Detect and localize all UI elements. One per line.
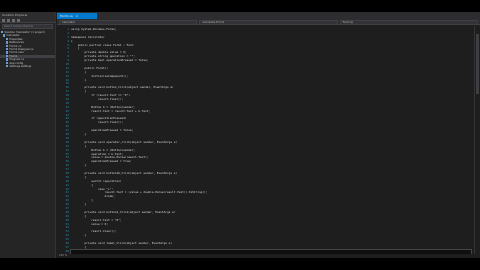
code-editor: Form1.cs × Calculator Calculator.Form1 Fo…: [57, 12, 480, 258]
explorer-toolbar: [0, 18, 55, 23]
refresh-icon[interactable]: [17, 19, 20, 22]
tree-item-label: Settings.settings: [9, 65, 32, 69]
solution-explorer: Solution Explorer Search Solution Explor…: [0, 12, 56, 258]
explorer-search-input[interactable]: Search Solution Explorer: [2, 24, 53, 29]
line-number-gutter: 1 2 3 4 5 6 7 8 9 10 11 12 13 14 15 16 17 18 19 20 21 22 23 24 2…: [57, 28, 71, 254]
letterbox-bottom: [0, 258, 480, 270]
code-text[interactable]: using System.Windows.Forms; namespace Cal…: [70, 28, 472, 254]
tree-item[interactable]: Settings.settings: [0, 64, 55, 69]
back-icon[interactable]: [2, 19, 5, 22]
ide-window: Solution Explorer Search Solution Explor…: [0, 12, 480, 258]
code-area[interactable]: 1 2 3 4 5 6 7 8 9 10 11 12 13 14 15 16 17 18 19 20 21 22 23 24 2…: [57, 26, 473, 254]
letterbox-top: [0, 0, 480, 12]
close-icon[interactable]: ×: [76, 14, 78, 18]
solution-tree: Solution 'Calculator' (1 project) Calcula…: [0, 30, 55, 68]
tab-label: Form1.cs: [60, 14, 73, 18]
project-dropdown[interactable]: Calculator: [59, 19, 198, 25]
tab-form1-cs[interactable]: Form1.cs ×: [57, 13, 97, 19]
home-icon[interactable]: [12, 19, 15, 22]
scroll-thumb[interactable]: [476, 34, 479, 94]
type-dropdown[interactable]: Calculator.Form1: [199, 19, 338, 25]
vertical-scrollbar[interactable]: [474, 26, 480, 254]
navigation-bar: Calculator Calculator.Form1 Form1(): [57, 19, 480, 25]
tab-bar: Form1.cs ×: [57, 12, 480, 19]
member-dropdown[interactable]: Form1(): [339, 19, 478, 25]
forward-icon[interactable]: [7, 19, 10, 22]
